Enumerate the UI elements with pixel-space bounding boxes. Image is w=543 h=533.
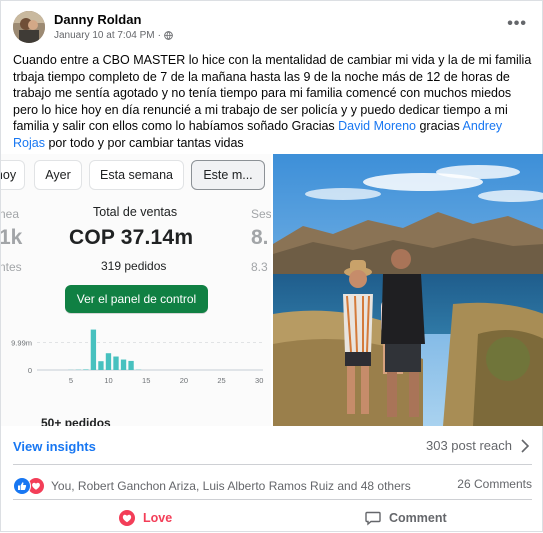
- author-avatar[interactable]: [13, 11, 45, 43]
- family-photo[interactable]: [273, 154, 543, 426]
- chart-x-tick-label: 25: [217, 376, 225, 385]
- post-text-part3: por todo y por cambiar tantas vidas: [45, 136, 244, 150]
- right-col-sub: 8.3: [251, 260, 268, 274]
- chart-x-tick-label: 20: [180, 376, 188, 385]
- chart-x-tick-label: 30: [255, 376, 263, 385]
- more-orders-label: 50+ pedidos: [41, 416, 111, 426]
- sales-chart: 9.99m 0 5 10 15 20 25 30: [1, 322, 271, 422]
- mention-david-moreno[interactable]: David Moreno: [338, 119, 416, 133]
- chart-x-tick-label: 5: [69, 376, 73, 385]
- view-insights-link[interactable]: View insights: [13, 439, 96, 454]
- post-reach[interactable]: 303 post reach: [426, 438, 530, 453]
- comment-icon: [365, 510, 381, 526]
- chart-bar: [98, 361, 103, 370]
- footer-divider-top: [13, 464, 532, 465]
- more-options-icon[interactable]: •••: [507, 15, 527, 33]
- love-label: Love: [143, 511, 172, 525]
- left-col-value: 1k: [1, 226, 22, 250]
- reactions-names: You, Robert Ganchon Ariza, Luis Alberto …: [51, 479, 411, 493]
- view-dashboard-button[interactable]: Ver el panel de control: [65, 285, 208, 313]
- meta-separator: ·: [158, 30, 161, 41]
- chart-bar: [91, 330, 96, 370]
- total-sales-title: Total de ventas: [93, 205, 177, 219]
- like-icon: [13, 477, 31, 495]
- left-col-sub: ntes: [1, 260, 22, 274]
- chevron-right-icon: [520, 439, 530, 453]
- right-col-value: 8.: [251, 226, 269, 250]
- post-header: Danny Roldan January 10 at 7:04 PM · •••: [13, 11, 533, 45]
- chart-bar: [121, 360, 126, 370]
- post-reach-label: 303 post reach: [426, 438, 512, 453]
- chart-bar: [113, 357, 118, 370]
- tab-ayer[interactable]: Ayer: [34, 160, 82, 190]
- chart-bar: [83, 369, 88, 370]
- tab-hoy[interactable]: hoy: [1, 160, 25, 190]
- love-reaction-icon: [119, 510, 135, 526]
- orders-count: 319 pedidos: [101, 259, 166, 273]
- chart-y-tick-label: 0: [28, 366, 32, 375]
- post-timestamp[interactable]: January 10 at 7:04 PM: [54, 30, 155, 41]
- chart-x-tick-label: 15: [142, 376, 150, 385]
- post-text: Cuando entre a CBO MASTER lo hice con la…: [13, 52, 533, 151]
- post-media: hoy Ayer Esta semana Este m... nea 1k nt…: [1, 154, 543, 426]
- post-meta: January 10 at 7:04 PM ·: [54, 30, 173, 41]
- total-sales-value: COP 37.14m: [69, 226, 193, 250]
- post-card: Danny Roldan January 10 at 7:04 PM · •••…: [0, 0, 543, 532]
- love-button[interactable]: Love: [119, 508, 172, 528]
- reactions-summary[interactable]: You, Robert Ganchon Ariza, Luis Alberto …: [13, 477, 411, 495]
- post-text-part2: gracias: [416, 119, 463, 133]
- tab-este-mes[interactable]: Este m...: [191, 160, 265, 190]
- tab-esta-semana[interactable]: Esta semana: [89, 160, 184, 190]
- dashboard-screenshot[interactable]: hoy Ayer Esta semana Este m... nea 1k nt…: [1, 154, 271, 426]
- chart-y-tick-label: 9.99m: [11, 339, 32, 348]
- author-name[interactable]: Danny Roldan: [54, 12, 141, 27]
- post-footer: View insights 303 post reach You, Robert…: [1, 426, 543, 533]
- left-col-title: nea: [1, 207, 19, 221]
- chart-bar: [128, 361, 133, 370]
- globe-icon[interactable]: [164, 31, 173, 40]
- comment-button[interactable]: Comment: [365, 508, 447, 528]
- comments-count[interactable]: 26 Comments: [457, 477, 532, 491]
- chart-bar: [106, 353, 111, 370]
- footer-divider-bottom: [13, 499, 532, 500]
- chart-x-tick-label: 10: [104, 376, 112, 385]
- comment-label: Comment: [389, 511, 447, 525]
- right-col-title: Ses: [251, 207, 271, 221]
